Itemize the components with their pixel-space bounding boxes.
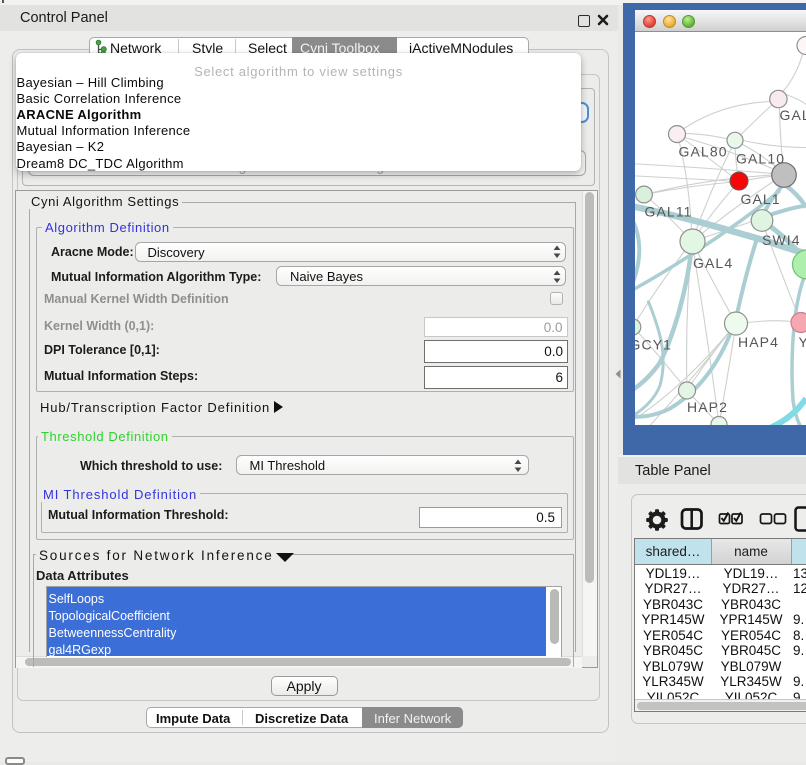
svg-text:GCY1: GCY1 bbox=[635, 336, 672, 352]
svg-text:SWI4: SWI4 bbox=[762, 232, 801, 248]
svg-text:GAL11: GAL11 bbox=[645, 203, 693, 219]
svg-text:GAL2: GAL2 bbox=[780, 107, 806, 123]
svg-text:GAL10: GAL10 bbox=[736, 150, 785, 166]
svg-text:YM: YM bbox=[799, 334, 806, 350]
svg-text:HAP2: HAP2 bbox=[687, 399, 728, 415]
svg-text:HAP4: HAP4 bbox=[738, 334, 779, 350]
svg-text:GAL1: GAL1 bbox=[741, 191, 781, 207]
svg-text:GAL4: GAL4 bbox=[693, 255, 733, 271]
svg-text:GAL80: GAL80 bbox=[679, 143, 728, 159]
